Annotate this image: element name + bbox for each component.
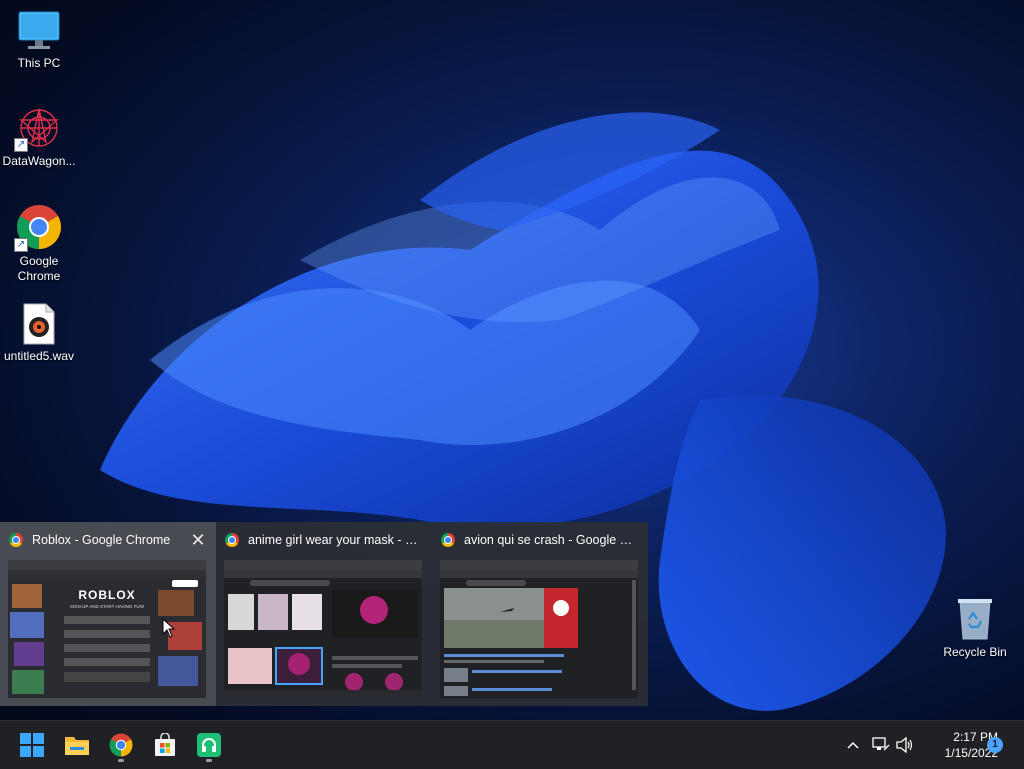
monitor-icon: [17, 10, 61, 52]
shortcut-arrow-icon: ↗: [14, 138, 28, 152]
preview-roblox-logo: ROBLOX: [78, 588, 136, 602]
running-indicator: [206, 759, 212, 762]
desktop-icon-label: Recycle Bin: [943, 645, 1007, 659]
thumbnail-avion-search[interactable]: avion qui se crash - Google S...: [432, 522, 648, 706]
chrome-icon: [225, 533, 239, 547]
window-preview-avion-search: [440, 560, 638, 698]
window-preview-anime-search: [224, 560, 422, 698]
desktop-icon-this-pc[interactable]: This PC: [0, 10, 78, 71]
notification-badge[interactable]: 1: [987, 737, 1003, 753]
thumbnail-anime-search[interactable]: anime girl wear your mask - G...: [216, 522, 432, 706]
thumbnail-title: anime girl wear your mask - G...: [248, 533, 420, 547]
thumbnail-roblox[interactable]: Roblox - Google Chrome ✕ ROBLOX SIGN UP …: [0, 522, 216, 706]
mouse-cursor-icon: [162, 618, 176, 638]
chrome-icon: [9, 533, 23, 547]
system-clock[interactable]: 2:17 PM 1/15/2022: [918, 729, 998, 761]
recycle-bin-icon: [955, 597, 995, 641]
chevron-up-icon: [847, 741, 859, 749]
speaker-icon: [896, 737, 913, 753]
chrome-icon: [109, 733, 133, 757]
thumbnail-title: avion qui se crash - Google S...: [464, 533, 636, 547]
chrome-icon: ↗: [14, 204, 62, 252]
microsoft-store-button[interactable]: [147, 727, 183, 763]
audio-file-icon: [22, 303, 56, 345]
file-explorer-button[interactable]: [59, 727, 95, 763]
chrome-icon: [441, 533, 455, 547]
taskbar-thumbnail-previews: Roblox - Google Chrome ✕ ROBLOX SIGN UP …: [0, 522, 648, 706]
desktop-icon-untitled5-wav[interactable]: untitled5.wav: [0, 303, 78, 364]
desktop-icon-label: DataWagon...: [2, 154, 76, 168]
store-icon: [155, 733, 175, 756]
show-hidden-icons-button[interactable]: [836, 727, 870, 763]
network-icon: [872, 737, 890, 751]
desktop-icon-label: untitled5.wav: [3, 349, 75, 363]
clock-time: 2:17 PM: [953, 730, 998, 744]
headphones-app-icon: [197, 733, 221, 757]
windows-logo-icon: [20, 733, 44, 757]
close-icon[interactable]: ✕: [188, 530, 208, 550]
thumbnail-title: Roblox - Google Chrome: [32, 533, 171, 547]
app-taskbar-button[interactable]: [191, 727, 227, 763]
volume-button[interactable]: [890, 727, 920, 763]
desktop-icon-datawagon[interactable]: ↗ DataWagon...: [0, 106, 78, 169]
shortcut-arrow-icon: ↗: [14, 238, 28, 252]
start-button[interactable]: [14, 727, 50, 763]
window-preview-roblox: ROBLOX SIGN UP AND START HAVING FUN!: [8, 560, 206, 698]
desktop-icon-google-chrome[interactable]: ↗ Google Chrome: [0, 204, 78, 284]
chrome-taskbar-button[interactable]: [103, 727, 139, 763]
taskbar: 2:17 PM 1/15/2022 1: [0, 720, 1024, 769]
running-indicator: [118, 759, 124, 762]
folder-icon: [65, 737, 89, 755]
datawagon-app-icon: ↗: [14, 106, 62, 152]
clock-date: 1/15/2022: [944, 746, 998, 760]
desktop-icon-recycle-bin[interactable]: Recycle Bin: [936, 597, 1014, 660]
preview-roblox-tagline: SIGN UP AND START HAVING FUN!: [69, 604, 145, 609]
desktop-icon-label: This PC: [17, 56, 61, 70]
desktop-icon-label: Google Chrome: [17, 254, 61, 283]
